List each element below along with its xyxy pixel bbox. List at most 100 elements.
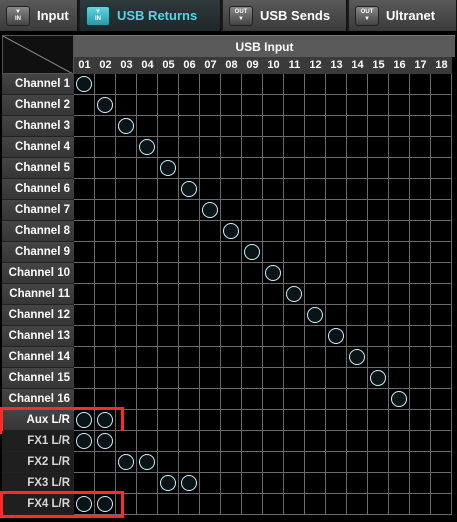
matrix-cell[interactable] [116,326,137,347]
matrix-cell[interactable] [263,410,284,431]
matrix-cell[interactable] [305,263,326,284]
matrix-cell[interactable] [389,305,410,326]
matrix-cell[interactable] [368,452,389,473]
matrix-cell[interactable] [305,326,326,347]
matrix-cell[interactable] [347,95,368,116]
matrix-cell[interactable] [242,242,263,263]
matrix-cell[interactable] [305,347,326,368]
matrix-cell[interactable] [137,74,158,95]
matrix-cell[interactable] [431,284,452,305]
matrix-cell[interactable] [74,326,95,347]
matrix-cell[interactable] [389,179,410,200]
matrix-cell[interactable] [284,452,305,473]
matrix-cell[interactable] [284,389,305,410]
matrix-cell[interactable] [179,263,200,284]
matrix-cell[interactable] [410,200,431,221]
matrix-cell[interactable] [347,263,368,284]
matrix-cell[interactable] [389,74,410,95]
matrix-cell[interactable] [368,494,389,515]
row-label[interactable]: FX1 L/R [2,431,74,452]
matrix-cell[interactable] [116,368,137,389]
matrix-cell[interactable] [368,242,389,263]
matrix-cell[interactable] [200,221,221,242]
matrix-cell[interactable] [242,431,263,452]
matrix-cell[interactable] [242,95,263,116]
row-label[interactable]: Channel 2 [2,95,74,116]
matrix-cell[interactable] [158,137,179,158]
matrix-cell[interactable] [326,410,347,431]
matrix-cell[interactable] [284,284,305,305]
matrix-cell[interactable] [263,494,284,515]
matrix-cell[interactable] [137,389,158,410]
matrix-cell[interactable] [431,74,452,95]
matrix-cell[interactable] [368,74,389,95]
matrix-cell[interactable] [116,179,137,200]
matrix-cell[interactable] [95,116,116,137]
matrix-cell[interactable] [158,326,179,347]
matrix-cell[interactable] [221,494,242,515]
matrix-cell[interactable] [158,95,179,116]
matrix-cell[interactable] [326,263,347,284]
matrix-cell[interactable] [242,200,263,221]
matrix-cell[interactable] [389,221,410,242]
matrix-cell[interactable] [263,368,284,389]
matrix-cell[interactable] [431,137,452,158]
matrix-cell[interactable] [263,158,284,179]
matrix-cell[interactable] [179,452,200,473]
matrix-cell[interactable] [410,221,431,242]
matrix-cell[interactable] [95,263,116,284]
matrix-cell[interactable] [137,347,158,368]
matrix-cell[interactable] [200,452,221,473]
matrix-cell[interactable] [305,494,326,515]
matrix-cell[interactable] [116,284,137,305]
matrix-cell[interactable] [368,95,389,116]
matrix-cell[interactable] [263,452,284,473]
matrix-cell[interactable] [347,347,368,368]
matrix-cell[interactable] [179,410,200,431]
matrix-cell[interactable] [74,263,95,284]
matrix-cell[interactable] [410,158,431,179]
matrix-cell[interactable] [116,200,137,221]
matrix-cell[interactable] [347,284,368,305]
matrix-cell[interactable] [158,221,179,242]
matrix-cell[interactable] [95,137,116,158]
matrix-cell[interactable] [242,284,263,305]
matrix-cell[interactable] [200,431,221,452]
matrix-cell[interactable] [74,305,95,326]
matrix-cell[interactable] [221,368,242,389]
row-label[interactable]: Channel 4 [2,137,74,158]
matrix-cell[interactable] [284,137,305,158]
matrix-cell[interactable] [74,284,95,305]
matrix-cell[interactable] [74,368,95,389]
matrix-cell[interactable] [179,200,200,221]
matrix-cell[interactable] [221,137,242,158]
matrix-cell[interactable] [221,305,242,326]
matrix-cell[interactable] [179,221,200,242]
matrix-cell[interactable] [242,74,263,95]
matrix-cell[interactable] [368,410,389,431]
matrix-cell[interactable] [326,221,347,242]
matrix-cell[interactable] [431,347,452,368]
matrix-cell[interactable] [263,263,284,284]
matrix-cell[interactable] [368,431,389,452]
matrix-cell[interactable] [242,452,263,473]
matrix-cell[interactable] [179,431,200,452]
row-label[interactable]: Channel 10 [2,263,74,284]
matrix-cell[interactable] [221,221,242,242]
matrix-cell[interactable] [284,326,305,347]
matrix-cell[interactable] [263,179,284,200]
matrix-cell[interactable] [389,326,410,347]
matrix-cell[interactable] [410,137,431,158]
matrix-cell[interactable] [116,263,137,284]
matrix-cell[interactable] [179,95,200,116]
matrix-cell[interactable] [158,494,179,515]
matrix-cell[interactable] [347,389,368,410]
matrix-cell[interactable] [95,200,116,221]
matrix-cell[interactable] [389,263,410,284]
matrix-cell[interactable] [221,200,242,221]
matrix-cell[interactable] [137,368,158,389]
matrix-cell[interactable] [368,389,389,410]
matrix-cell[interactable] [347,326,368,347]
matrix-cell[interactable] [284,431,305,452]
matrix-cell[interactable] [137,326,158,347]
